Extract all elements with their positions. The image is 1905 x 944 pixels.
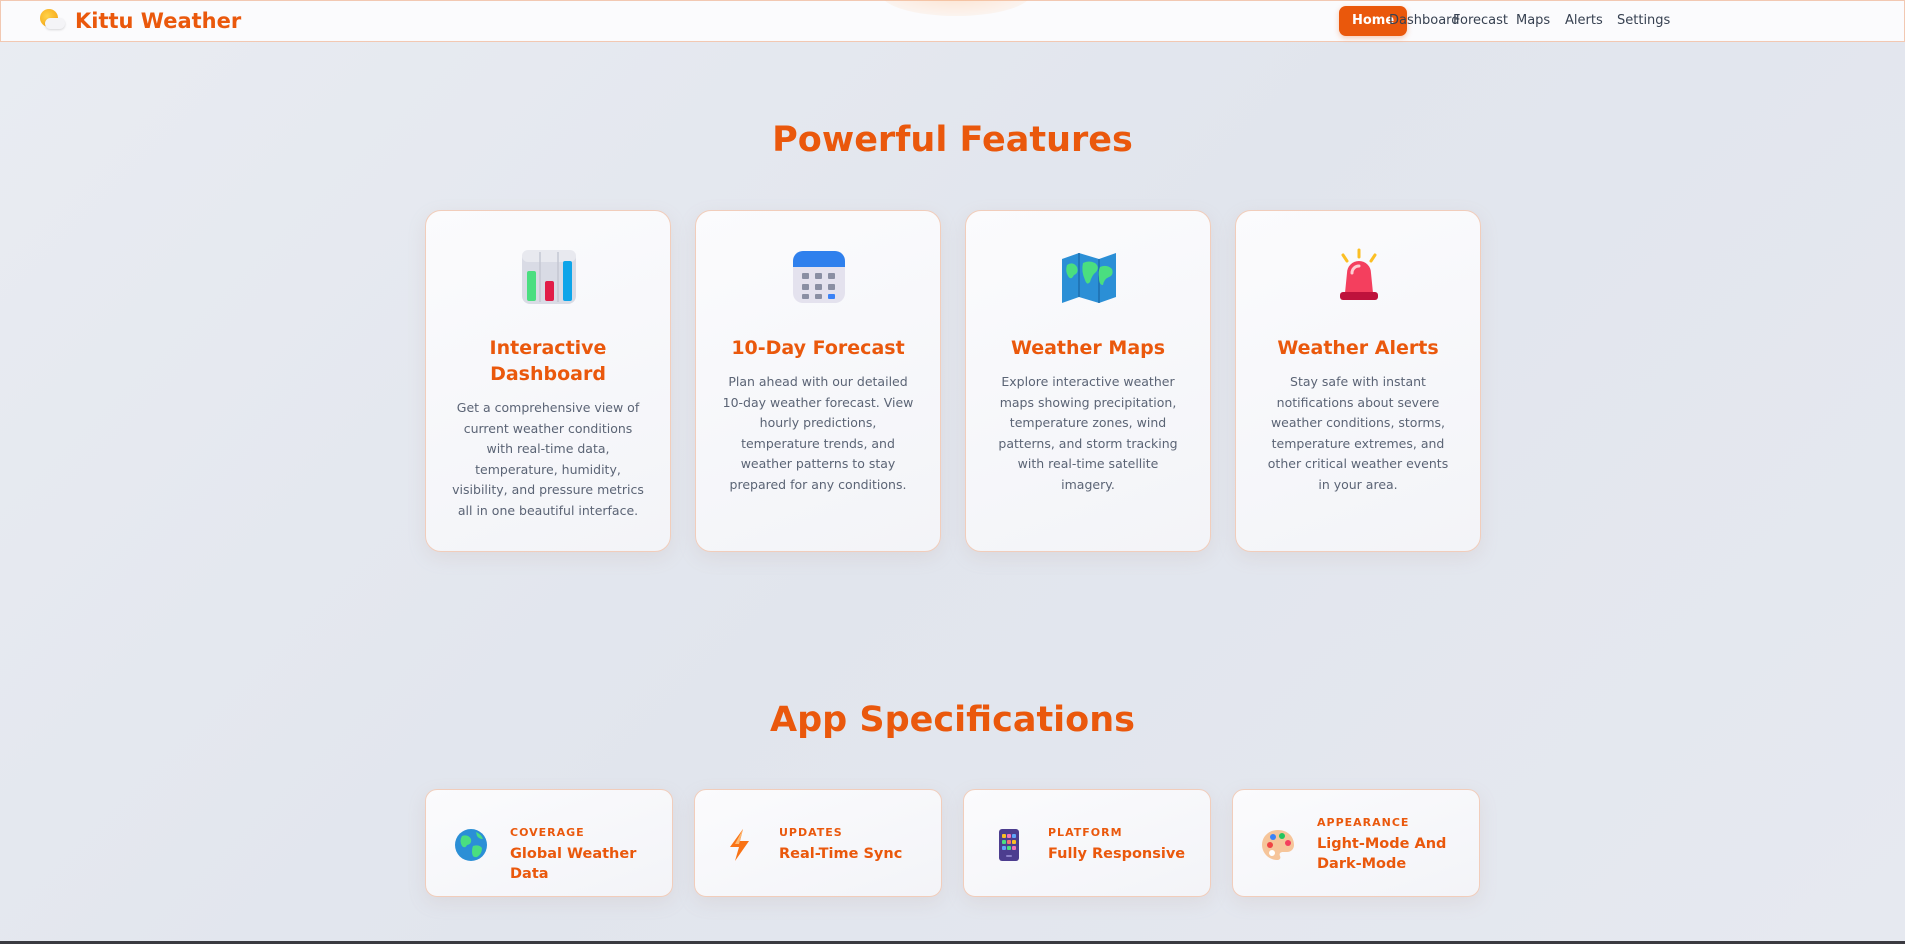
spec-label: PLATFORM bbox=[1048, 826, 1123, 839]
spec-label: COVERAGE bbox=[510, 826, 585, 839]
spec-value: Global Weather Data bbox=[510, 846, 637, 882]
top-navbar: Kittu Weather Home Dashboard Forecast Ma… bbox=[0, 0, 1905, 42]
siren-icon bbox=[1340, 248, 1378, 300]
spec-value: Fully Responsive bbox=[1048, 846, 1186, 862]
spec-value: Real-Time Sync bbox=[779, 846, 903, 862]
specifications-heading: App Specifications bbox=[770, 700, 1135, 740]
feature-card-forecast[interactable]: 10-Day Forecast Plan ahead with our deta… bbox=[695, 210, 941, 552]
feature-title: Weather Alerts bbox=[1277, 337, 1439, 359]
spec-card-coverage: COVERAGE Global Weather Data bbox=[425, 789, 673, 897]
feature-card-dashboard[interactable]: Interactive Dashboard Get a comprehensiv… bbox=[425, 210, 671, 552]
sun-cloud-icon bbox=[37, 6, 67, 36]
palette-icon bbox=[1262, 830, 1294, 860]
feature-card-maps[interactable]: Weather Maps Explore interactive weather… bbox=[965, 210, 1211, 552]
features-heading: Powerful Features bbox=[772, 120, 1133, 160]
world-map-icon bbox=[1062, 253, 1116, 303]
spec-label: APPEARANCE bbox=[1317, 816, 1410, 829]
feature-description: Plan ahead with our detailed 10-day weat… bbox=[722, 374, 914, 492]
calendar-icon bbox=[793, 251, 845, 303]
navbar-glow-decoration bbox=[881, 0, 1031, 16]
feature-title: 10-Day Forecast bbox=[731, 337, 905, 359]
spec-label: UPDATES bbox=[779, 826, 843, 839]
feature-description: Explore interactive weather maps showing… bbox=[998, 374, 1178, 492]
nav-settings[interactable]: Settings bbox=[1604, 6, 1683, 36]
spec-card-updates: UPDATES Real-Time Sync bbox=[694, 789, 942, 897]
spec-card-appearance: APPEARANCE Light-Mode And Dark-Mode bbox=[1232, 789, 1480, 897]
bar-chart-icon bbox=[522, 250, 576, 304]
spec-card-platform: PLATFORM Fully Responsive bbox=[963, 789, 1211, 897]
brand-name: Kittu Weather bbox=[75, 9, 242, 33]
feature-description: Stay safe with instant notifications abo… bbox=[1267, 374, 1449, 492]
feature-title: Interactive Dashboard bbox=[489, 337, 607, 385]
feature-title: Weather Maps bbox=[1010, 337, 1166, 359]
mobile-phone-icon bbox=[999, 829, 1019, 861]
feature-description: Get a comprehensive view of current weat… bbox=[452, 400, 644, 518]
feature-card-alerts[interactable]: Weather Alerts Stay safe with instant no… bbox=[1235, 210, 1481, 552]
brand-logo[interactable]: Kittu Weather bbox=[37, 3, 241, 39]
lightning-icon bbox=[730, 829, 749, 861]
globe-icon bbox=[455, 829, 487, 861]
spec-value: Light-Mode And Dark-Mode bbox=[1317, 836, 1447, 872]
